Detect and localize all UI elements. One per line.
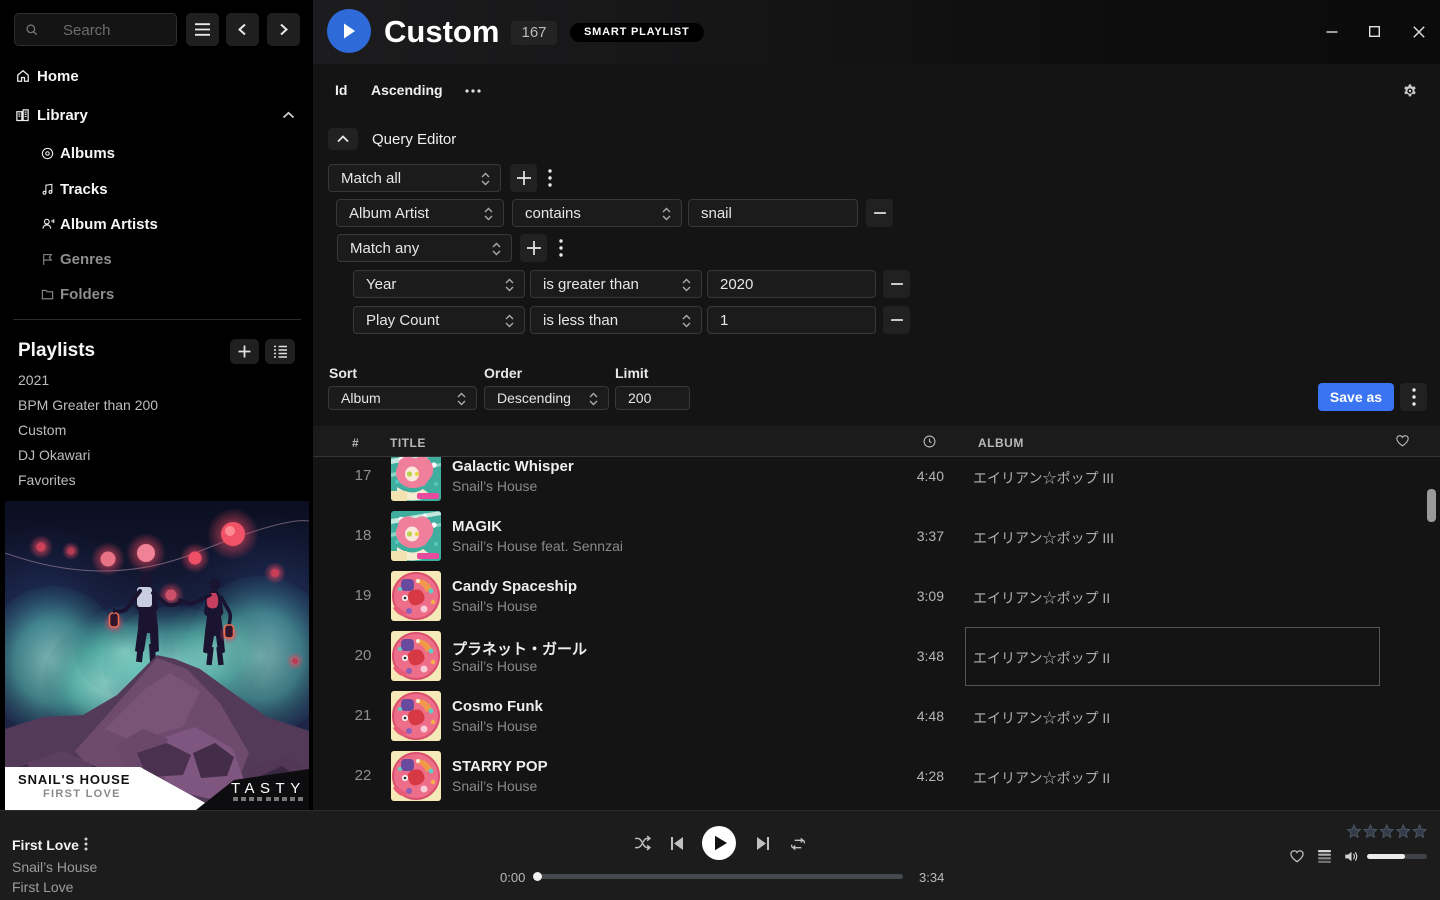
svg-text:TASTY: TASTY	[231, 780, 306, 797]
svg-text:FIRST LOVE: FIRST LOVE	[43, 788, 121, 800]
svg-text:SNAIL'S HOUSE: SNAIL'S HOUSE	[18, 772, 130, 787]
